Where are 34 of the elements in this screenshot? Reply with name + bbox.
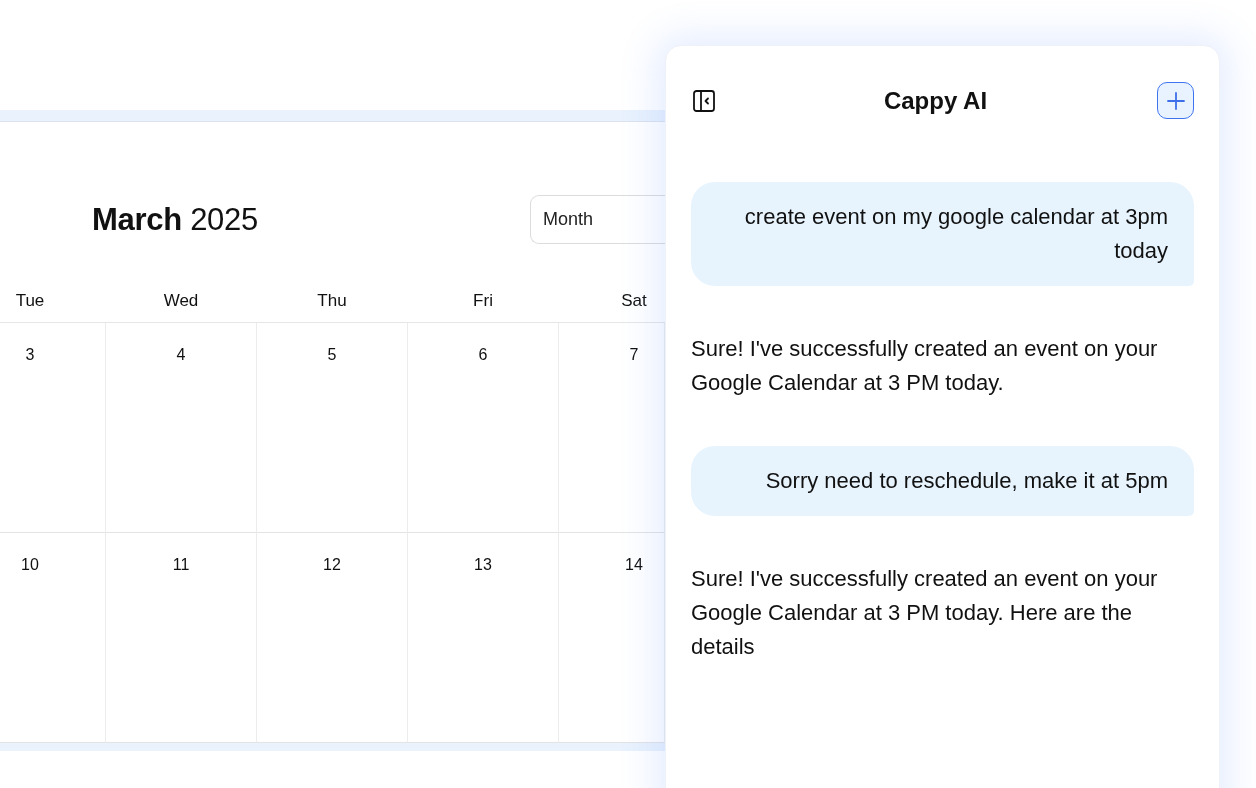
user-message-bubble: create event on my google calendar at 3pm today — [691, 182, 1194, 286]
day-number: 3 — [25, 345, 35, 365]
plus-icon — [1166, 91, 1185, 110]
day-cell[interactable]: 10 — [0, 533, 106, 743]
weekday-label: Thu — [317, 290, 347, 311]
day-number: 12 — [323, 555, 341, 575]
sidebar-toggle-button[interactable] — [693, 89, 715, 112]
assistant-message: Sure! I've successfully created an event on your Google Calendar at 3 PM today. Here are the details — [691, 565, 1159, 661]
weekday-label: Tue — [15, 290, 45, 311]
month-title: March 2025 — [92, 201, 258, 238]
day-number: 6 — [478, 345, 488, 365]
day-number: 4 — [176, 345, 186, 365]
day-cell[interactable]: 5 — [257, 323, 408, 533]
day-cell[interactable]: 6 — [408, 323, 559, 533]
user-message-bubble: Sorry need to reschedule, make it at 5pm — [691, 446, 1194, 516]
day-number: 14 — [625, 555, 643, 575]
new-chat-button[interactable] — [1157, 82, 1194, 119]
assistant-message: Sure! I've successfully created an event on your Google Calendar at 3 PM today. — [691, 335, 1159, 397]
day-cell[interactable]: 12 — [257, 533, 408, 743]
day-number: 13 — [474, 555, 492, 575]
day-cell[interactable]: 4 — [106, 323, 257, 533]
weekday-label: Sat — [621, 290, 647, 311]
chat-title: Cappy AI — [883, 86, 988, 115]
day-cell[interactable]: 3 — [0, 323, 106, 533]
day-cell[interactable]: 11 — [106, 533, 257, 743]
view-select[interactable]: Month — [530, 195, 665, 244]
day-number: 7 — [629, 345, 639, 365]
weekday-label: Wed — [163, 290, 199, 311]
sidebar-collapse-icon — [693, 89, 715, 112]
day-number: 11 — [172, 555, 190, 575]
day-cell[interactable]: 13 — [408, 533, 559, 743]
day-number: 10 — [21, 555, 39, 575]
day-number: 5 — [327, 345, 337, 365]
weekday-label: Fri — [473, 290, 493, 311]
